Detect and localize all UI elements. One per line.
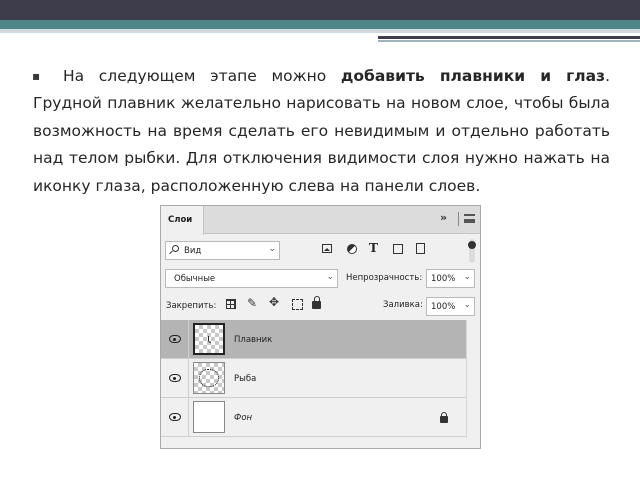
blend-mode-select[interactable]: Обычные ⌄ xyxy=(165,269,338,288)
slide-light-bar xyxy=(0,29,640,33)
layer-row-fon[interactable]: Фон xyxy=(161,398,466,437)
layer-thumbnail xyxy=(193,323,225,355)
slide-right-thin-line xyxy=(378,40,640,42)
visibility-column-divider xyxy=(188,398,189,437)
blend-mode-value: Обычные xyxy=(174,274,216,284)
collapse-panel-icon[interactable]: » xyxy=(440,211,447,224)
lock-image-pixels-icon[interactable]: ✎ xyxy=(247,296,257,310)
layer-thumbnail xyxy=(193,401,225,433)
lock-position-icon[interactable]: ✥ xyxy=(269,295,279,309)
opacity-input[interactable]: 100% ⌄ xyxy=(426,269,475,288)
chevron-down-icon: ⌄ xyxy=(463,272,471,282)
eye-icon[interactable] xyxy=(169,374,181,382)
filter-toggle-switch[interactable] xyxy=(468,239,476,263)
layers-scrollbar[interactable] xyxy=(466,320,480,438)
layer-thumbnail xyxy=(193,362,225,394)
visibility-column-divider xyxy=(188,320,189,359)
fill-value: 100% xyxy=(431,302,456,312)
search-icon xyxy=(172,245,179,252)
lock-label: Закрепить: xyxy=(166,301,217,311)
chevron-down-icon: ⌄ xyxy=(268,244,276,254)
eye-icon[interactable] xyxy=(169,413,181,421)
layer-name[interactable]: Рыба xyxy=(234,374,256,384)
tab-separator xyxy=(458,212,459,226)
visibility-column-divider xyxy=(188,359,189,398)
eye-icon[interactable] xyxy=(169,335,181,343)
fin-sketch xyxy=(208,336,211,343)
opacity-label: Непрозрачность: xyxy=(346,273,423,283)
layers-panel: Слои » Вид ⌄ T Обычные ⌄ Непрозрачность:… xyxy=(160,205,481,449)
paragraph-text-end: . Грудной плавник желательно нарисовать … xyxy=(33,67,610,195)
fish-sketch xyxy=(199,369,219,387)
bullet-paragraph: ▪ На следующем этапе можно добавить плавн… xyxy=(32,63,610,200)
lock-transparent-pixels-icon[interactable] xyxy=(226,299,236,309)
paragraph-text-start: На следующем этапе можно xyxy=(63,67,341,85)
tab-layers[interactable]: Слои xyxy=(161,206,204,235)
slide-header-bar xyxy=(0,0,640,20)
opacity-value: 100% xyxy=(431,274,456,284)
adjustment-layer-filter-icon[interactable] xyxy=(347,244,357,254)
panel-menu-icon[interactable] xyxy=(464,214,475,223)
kind-filter-value: Вид xyxy=(184,246,202,256)
pixel-layer-filter-icon[interactable] xyxy=(322,244,332,253)
shape-layer-filter-icon[interactable] xyxy=(393,244,403,254)
panel-tab-bar: Слои » xyxy=(161,206,480,235)
lock-artboard-icon[interactable] xyxy=(292,299,303,310)
lock-icon xyxy=(440,412,448,423)
type-layer-filter-icon[interactable]: T xyxy=(369,241,378,255)
lock-all-icon[interactable] xyxy=(312,296,321,309)
bullet-icon: ▪ xyxy=(32,69,41,83)
layers-list: Плавник Рыба Фон xyxy=(161,320,480,438)
paragraph-bold-text: добавить плавники и глаз xyxy=(340,67,606,85)
fill-label: Заливка: xyxy=(383,300,423,310)
smart-object-filter-icon[interactable] xyxy=(416,243,425,254)
layer-name[interactable]: Плавник xyxy=(234,335,272,345)
layer-name[interactable]: Фон xyxy=(234,413,252,423)
chevron-down-icon: ⌄ xyxy=(326,272,334,282)
layer-kind-filter[interactable]: Вид ⌄ xyxy=(165,241,280,260)
slide-accent-bar xyxy=(0,20,640,29)
slide-right-line xyxy=(378,36,640,39)
layer-row-plavnik[interactable]: Плавник xyxy=(161,320,466,359)
chevron-down-icon: ⌄ xyxy=(463,300,471,310)
fill-input[interactable]: 100% ⌄ xyxy=(426,297,475,316)
layer-row-ryba[interactable]: Рыба xyxy=(161,359,466,398)
